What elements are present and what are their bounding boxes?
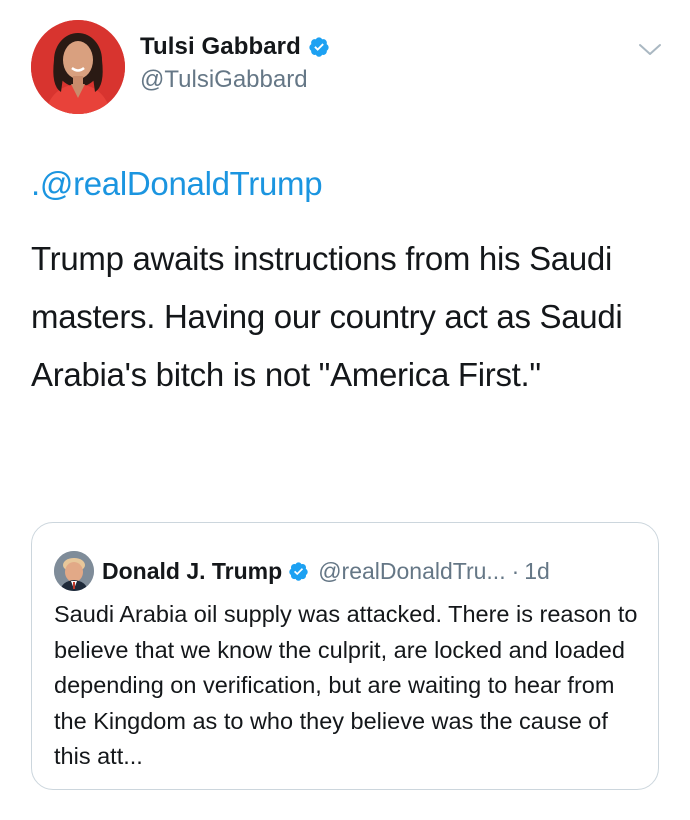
tweet: Tulsi Gabbard @TulsiGabbard .@realDonald… xyxy=(0,0,690,820)
quoted-tweet-card[interactable]: Donald J. Trump @realDonaldTru... · 1d S… xyxy=(31,522,659,790)
author-handle[interactable]: @TulsiGabbard xyxy=(140,66,330,94)
quoted-author-handle: @realDonaldTru... xyxy=(318,557,506,584)
quoted-tweet-timestamp: 1d xyxy=(524,557,550,584)
tweet-text: Trump awaits instructions from his Saudi… xyxy=(31,240,623,393)
quoted-tweet-text: Saudi Arabia oil supply was attacked. Th… xyxy=(54,601,638,769)
timestamp-separator: · xyxy=(511,557,520,584)
quoted-tweet-header: Donald J. Trump @realDonaldTru... · 1d xyxy=(54,551,550,591)
author-display-name[interactable]: Tulsi Gabbard xyxy=(140,33,301,61)
mention-link[interactable]: .@realDonaldTrump xyxy=(31,165,323,203)
verified-badge-icon xyxy=(289,561,308,581)
author-info: Tulsi Gabbard @TulsiGabbard xyxy=(140,32,330,94)
quoted-author-display-name: Donald J. Trump xyxy=(102,557,283,584)
quoted-author-avatar xyxy=(54,551,94,591)
chevron-down-icon[interactable] xyxy=(637,40,663,60)
author-avatar[interactable] xyxy=(31,20,125,114)
verified-badge-icon xyxy=(309,37,329,57)
author-name-row: Tulsi Gabbard xyxy=(140,32,330,62)
